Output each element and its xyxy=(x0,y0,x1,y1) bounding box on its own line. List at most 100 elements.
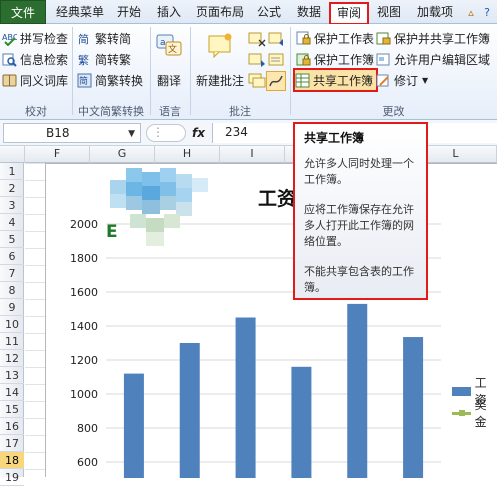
row-header[interactable]: 12 xyxy=(0,350,24,367)
row-header[interactable]: 13 xyxy=(0,367,24,384)
protect-and-share-label: 保护并共享工作簿 xyxy=(394,32,491,46)
y-tick-label: 600 xyxy=(77,456,98,469)
row-header[interactable]: 14 xyxy=(0,384,24,401)
traditional-char-icon: 繁 xyxy=(78,53,89,67)
spell-check-label: 拼写检查 xyxy=(20,32,69,46)
tab-data[interactable]: 数据 xyxy=(292,3,326,24)
help-icon[interactable]: ? xyxy=(480,3,494,24)
y-tick-label: 1000 xyxy=(70,388,98,401)
allow-edit-ranges-button[interactable]: 允许用户编辑区域 xyxy=(376,50,490,69)
protect-sheet-button[interactable]: 保护工作表 xyxy=(296,29,374,48)
legend-swatch xyxy=(452,409,471,416)
protect-workbook-button[interactable]: 保护工作簿 xyxy=(296,50,374,69)
name-box-value: B18 xyxy=(46,126,70,140)
research-icon xyxy=(2,53,17,67)
ribbon-minimize-icon[interactable]: ▵ xyxy=(464,3,478,24)
row-header[interactable]: 15 xyxy=(0,401,24,418)
chart-bar[interactable] xyxy=(179,343,200,478)
show-all-comments-icon[interactable] xyxy=(248,73,266,89)
collapse-handle-icon[interactable]: ⋮ xyxy=(152,125,164,139)
show-ink-icon[interactable] xyxy=(266,71,286,91)
row-header[interactable]: 10 xyxy=(0,316,24,333)
row-header[interactable]: 3 xyxy=(0,197,24,214)
simplified-to-traditional-button[interactable]: 繁 简转繁 xyxy=(77,50,131,69)
thesaurus-label: 同义词库 xyxy=(20,74,69,88)
chart-bar[interactable] xyxy=(403,337,424,478)
traditional-to-simplified-button[interactable]: 简 繁转简 xyxy=(77,29,131,48)
name-box[interactable]: B18 ▼ xyxy=(3,123,141,143)
row-header[interactable]: 1 xyxy=(0,163,24,180)
chart-bar[interactable] xyxy=(347,303,368,478)
tooltip-paragraph: 不能共享包含表的工作簿。 xyxy=(304,265,414,294)
tab-file[interactable]: 文件 xyxy=(0,0,46,24)
chinese-conversion-button[interactable]: 简 简繁转换 xyxy=(77,71,143,90)
legend-label: 奖金 xyxy=(474,398,487,429)
translate-button[interactable]: a文 翻译 xyxy=(154,32,184,89)
spell-check-button[interactable]: ABC 拼写检查 xyxy=(2,29,68,48)
ribbon-review: ABC 拼写检查 信息检索 同义词库 校对 简 繁转简 繁 简转繁 简 简繁转换… xyxy=(0,24,497,120)
show-comment-icon[interactable] xyxy=(268,52,286,68)
group-separator xyxy=(72,27,73,115)
track-changes-icon xyxy=(376,74,389,87)
protect-and-share-button[interactable]: 保护并共享工作簿 xyxy=(376,29,490,48)
tab-view[interactable]: 视图 xyxy=(372,3,406,24)
share-workbook-icon xyxy=(295,73,310,87)
share-workbook-button[interactable]: 共享工作簿 xyxy=(292,68,379,92)
track-changes-button[interactable]: 修订 ▼ xyxy=(376,71,428,90)
column-header[interactable]: H xyxy=(155,146,220,163)
share-workbook-tooltip: 共享工作簿 允许多人同时处理一个工作簿。 应将工作簿保存在允许多人打开此工作簿的… xyxy=(293,122,428,300)
column-header[interactable]: I xyxy=(220,146,285,163)
column-header[interactable]: F xyxy=(25,146,90,163)
spell-check-icon: ABC xyxy=(2,33,17,46)
tooltip-paragraph: 允许多人同时处理一个工作簿。 xyxy=(304,157,414,186)
new-comment-button[interactable]: 新建批注 xyxy=(194,32,246,89)
previous-comment-icon[interactable] xyxy=(268,31,286,47)
row-header[interactable]: 11 xyxy=(0,333,24,350)
group-separator xyxy=(150,27,151,115)
select-all-corner[interactable] xyxy=(0,146,25,163)
insert-function-button[interactable]: fx xyxy=(192,126,205,140)
tab-formulas[interactable]: 公式 xyxy=(252,3,286,24)
row-header[interactable]: 7 xyxy=(0,265,24,282)
y-tick-label: 2000 xyxy=(70,218,98,231)
next-comment-icon[interactable] xyxy=(248,52,266,68)
tab-home[interactable]: 开始 xyxy=(112,3,146,24)
tab-insert[interactable]: 插入 xyxy=(152,3,186,24)
svg-text:繁: 繁 xyxy=(78,53,89,67)
column-header[interactable]: G xyxy=(90,146,155,163)
blurred-region xyxy=(110,168,208,246)
chevron-down-icon: ▼ xyxy=(422,76,429,85)
chart-title[interactable]: 工资 xyxy=(258,184,296,211)
group-label-proofing: 校对 xyxy=(25,105,47,118)
row-header[interactable]: 4 xyxy=(0,214,24,231)
tab-review[interactable]: 审阅 xyxy=(329,2,369,25)
y-tick-label: 800 xyxy=(77,422,98,435)
row-header[interactable]: 16 xyxy=(0,418,24,435)
research-button[interactable]: 信息检索 xyxy=(2,50,68,69)
tab-addins[interactable]: 加载项 xyxy=(412,3,458,24)
row-headers: 1 2 3 4 5 6 7 8 9 10 11 12 13 14 15 16 17 18 19 xyxy=(0,163,24,486)
row-header[interactable]: 19 xyxy=(0,469,24,486)
row-header[interactable]: 8 xyxy=(0,282,24,299)
chart-bar[interactable] xyxy=(235,317,256,479)
row-header[interactable]: 6 xyxy=(0,248,24,265)
row-header[interactable]: 17 xyxy=(0,435,24,452)
row-header[interactable]: 18 xyxy=(0,452,24,469)
y-tick-label: 1400 xyxy=(70,320,98,333)
tab-classic-menu[interactable]: 经典菜单 xyxy=(52,3,108,24)
chinese-conversion-label: 简繁转换 xyxy=(95,74,144,88)
allow-edit-ranges-label: 允许用户编辑区域 xyxy=(394,53,491,67)
chart-bar[interactable] xyxy=(123,373,144,478)
thesaurus-button[interactable]: 同义词库 xyxy=(2,71,68,90)
legend-item[interactable]: 奖金 xyxy=(452,396,497,430)
chart-bar[interactable] xyxy=(291,366,312,478)
row-header[interactable]: 2 xyxy=(0,180,24,197)
row-header[interactable]: 5 xyxy=(0,231,24,248)
tab-page-layout[interactable]: 页面布局 xyxy=(192,3,248,24)
svg-text:ABC: ABC xyxy=(2,33,17,42)
formula-bar-controls: ⋮ xyxy=(146,124,186,142)
share-workbook-label: 共享工作簿 xyxy=(313,73,374,88)
research-label: 信息检索 xyxy=(20,53,69,67)
delete-comment-icon[interactable] xyxy=(248,31,266,47)
row-header[interactable]: 9 xyxy=(0,299,24,316)
